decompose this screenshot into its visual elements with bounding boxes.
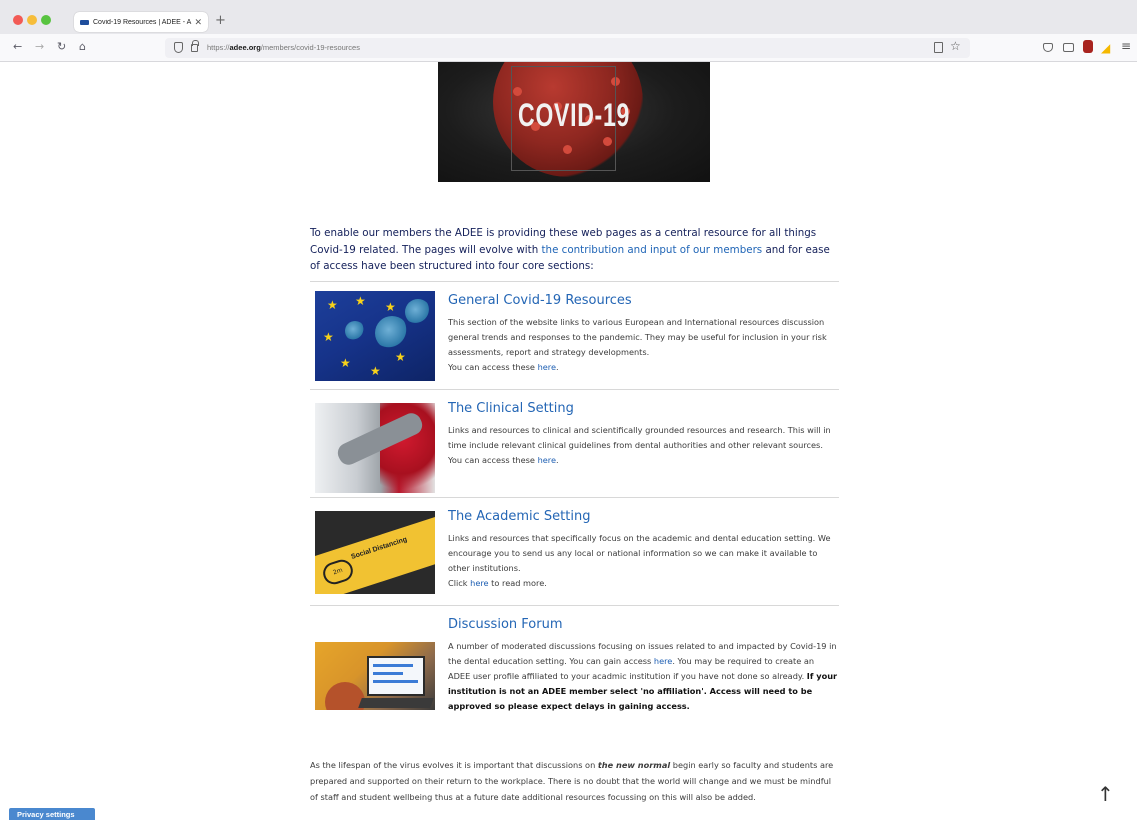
clinical-thumbnail[interactable] <box>315 403 435 493</box>
new-tab-button[interactable]: + <box>215 13 226 28</box>
section-title[interactable]: The Academic Setting <box>448 508 838 526</box>
section-title[interactable]: General Covid-19 Resources <box>448 292 838 310</box>
section-text: Links and resources that specifically fo… <box>448 531 838 591</box>
back-icon[interactable]: ← <box>13 40 22 53</box>
lock-icon[interactable] <box>191 40 199 52</box>
section-description: Links and resources to clinical and scie… <box>448 425 831 450</box>
browser-tab[interactable]: Covid-19 Resources | ADEE - A ✕ <box>74 12 208 32</box>
closing-paragraph: As the lifespan of the virus evolves it … <box>310 757 840 805</box>
page-content: COVID-19 To enable our members the ADEE … <box>0 62 1137 820</box>
new-normal-emphasis: the new normal <box>597 760 671 770</box>
forum-here-link[interactable]: here <box>654 656 672 666</box>
access-prefix: Click <box>448 578 471 588</box>
section-description: This section of the website links to var… <box>448 317 827 357</box>
section-body: The Clinical Setting Links and resources… <box>448 400 838 468</box>
access-suffix: to read more. <box>488 578 547 588</box>
tab-title: Covid-19 Resources | ADEE - A <box>93 18 192 26</box>
social-distancing-thumbnail[interactable]: Social Distancing 2m <box>315 511 435 594</box>
url-path: /members/covid-19-resources <box>260 43 360 52</box>
home-icon[interactable]: ⌂ <box>79 40 86 53</box>
adee-favicon-icon <box>80 19 89 25</box>
access-prefix: You can access these <box>448 362 538 372</box>
section-body: The Academic Setting Links and resources… <box>448 508 838 591</box>
forward-icon[interactable]: → <box>35 40 44 53</box>
section-academic-setting: Social Distancing 2m The Academic Settin… <box>310 497 839 605</box>
section-title[interactable]: Discussion Forum <box>448 616 838 634</box>
clinical-here-link[interactable]: here <box>538 455 556 465</box>
access-suffix: . <box>556 455 559 465</box>
intro-paragraph: To enable our members the ADEE is provid… <box>310 225 842 275</box>
scroll-to-top-icon[interactable]: ↑ <box>1097 782 1114 806</box>
section-text: A number of moderated discussions focusi… <box>448 639 838 714</box>
bookmark-star-icon[interactable]: ☆ <box>950 39 961 53</box>
privacy-settings-button[interactable]: Privacy settings <box>9 808 95 820</box>
eu-flag-thumbnail[interactable]: ★ ★ ★ ★ ★ ★ ★ <box>315 291 435 381</box>
section-text: This section of the website links to var… <box>448 315 838 375</box>
closing-text-before: As the lifespan of the virus evolves it … <box>310 760 598 770</box>
section-body: General Covid-19 Resources This section … <box>448 292 838 375</box>
section-discussion-forum: Discussion Forum A number of moderated d… <box>310 605 839 745</box>
extension-yellow-icon[interactable]: ◢ <box>1101 41 1110 55</box>
hero-image-text: COVID-19 <box>517 97 631 133</box>
url-prefix: https:// <box>207 43 230 52</box>
extension-red-icon[interactable] <box>1083 40 1093 53</box>
sidebar-icon[interactable] <box>1063 43 1074 52</box>
tab-bar: Covid-19 Resources | ADEE - A ✕ + <box>0 0 1137 34</box>
covid-hero-image: COVID-19 <box>438 62 710 182</box>
url-text[interactable]: https://adee.org/members/covid-19-resour… <box>207 43 360 52</box>
tracking-protection-icon[interactable] <box>174 42 183 53</box>
section-clinical-setting: The Clinical Setting Links and resources… <box>310 389 839 497</box>
section-body: Discussion Forum A number of moderated d… <box>448 616 838 714</box>
browser-window: Covid-19 Resources | ADEE - A ✕ + ← → ↻ … <box>0 0 1137 820</box>
general-resources-here-link[interactable]: here <box>538 362 556 372</box>
menu-icon[interactable]: ≡ <box>1121 39 1131 53</box>
tab-close-icon[interactable]: ✕ <box>194 17 202 28</box>
section-title[interactable]: The Clinical Setting <box>448 400 838 418</box>
section-text: Links and resources to clinical and scie… <box>448 423 838 468</box>
reload-icon[interactable]: ↻ <box>57 40 66 53</box>
section-general-resources: ★ ★ ★ ★ ★ ★ ★ General Covid-19 Resources… <box>310 281 839 389</box>
discussion-forum-thumbnail[interactable] <box>315 642 435 710</box>
minimize-window-button[interactable] <box>27 15 37 25</box>
access-suffix: . <box>556 362 559 372</box>
reader-view-icon[interactable] <box>934 42 943 53</box>
url-domain: adee.org <box>229 43 261 52</box>
members-contribution-link[interactable]: the contribution and input of our member… <box>542 244 763 256</box>
academic-here-link[interactable]: here <box>470 578 488 588</box>
zoom-window-button[interactable] <box>41 15 51 25</box>
section-description: Links and resources that specifically fo… <box>448 533 831 573</box>
close-window-button[interactable] <box>13 15 23 25</box>
access-prefix: You can access these <box>448 455 538 465</box>
